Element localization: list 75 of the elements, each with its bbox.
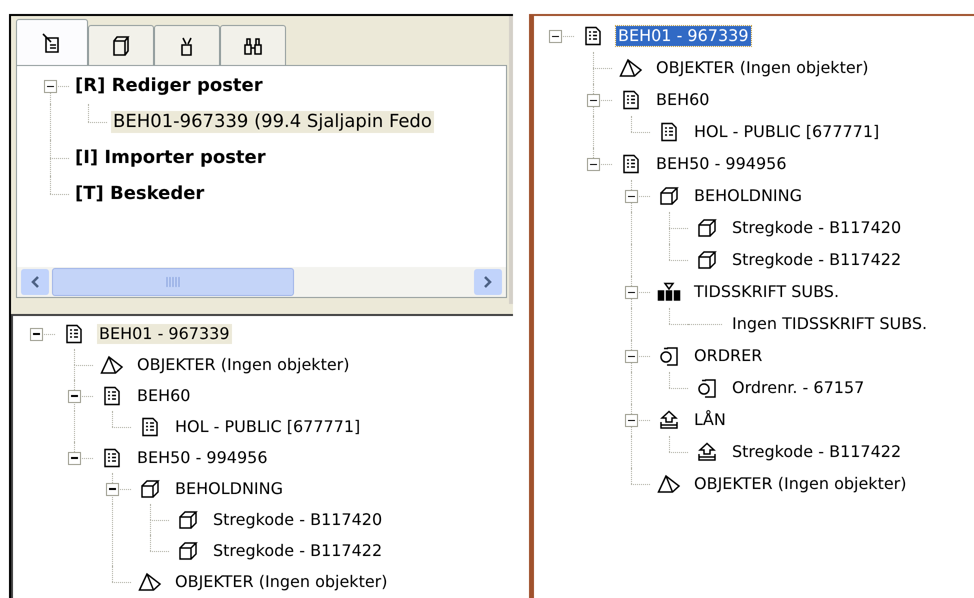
order-icon: [697, 378, 717, 398]
tab[interactable]: [154, 25, 220, 65]
document-icon: [102, 386, 122, 406]
pyramid-icon: [138, 572, 162, 592]
scroll-left-button[interactable]: [21, 269, 49, 295]
tab[interactable]: [220, 25, 286, 65]
tab[interactable]: [88, 25, 154, 65]
tree-item[interactable]: Ordrenr. - 67157: [730, 378, 866, 398]
expander-button[interactable]: [68, 452, 81, 464]
tree-item[interactable]: ORDRER: [692, 346, 764, 366]
tree-item[interactable]: OBJEKTER (Ingen objekter): [135, 354, 352, 374]
tree-item[interactable]: Stregkode - B117422: [211, 540, 384, 560]
tree-item[interactable]: [R] Rediger poster: [73, 74, 265, 98]
document-icon: [583, 26, 603, 46]
cube-icon: [697, 218, 717, 238]
pyramid-icon: [100, 354, 124, 374]
expander-button[interactable]: [587, 94, 600, 107]
grip-icon: [165, 276, 181, 288]
expander-button[interactable]: [106, 482, 119, 496]
cube-icon: [140, 478, 160, 498]
tree-item[interactable]: OBJEKTER (Ingen objekter): [692, 474, 908, 494]
expander-button[interactable]: [587, 158, 600, 171]
tree-item[interactable]: Stregkode - B117420: [730, 218, 904, 238]
tree-item[interactable]: BEH50 - 994956: [654, 154, 788, 174]
document-icon: [64, 324, 84, 344]
tree-item[interactable]: BEH01-967339 (99.4 Sjaljapin Fedo: [111, 110, 434, 134]
tree-item[interactable]: HOL - PUBLIC [677771]: [692, 122, 882, 142]
expander-button[interactable]: [625, 190, 638, 203]
tree-item[interactable]: BEHOLDNING: [173, 478, 285, 498]
chevron-left-icon: [30, 275, 40, 289]
cube-icon: [697, 250, 717, 270]
document-icon: [140, 416, 160, 436]
tree-item[interactable]: BEH50 - 994956: [135, 448, 270, 468]
expander-button[interactable]: [30, 328, 43, 340]
horizontal-scrollbar[interactable]: [17, 267, 506, 297]
tree-item[interactable]: LÅN: [692, 410, 728, 430]
expander-button[interactable]: [68, 390, 81, 402]
document-icon: [621, 154, 641, 174]
box-icon: [110, 34, 132, 56]
pyramid-icon: [619, 58, 643, 78]
tree-item[interactable]: OBJEKTER (Ingen objekter): [654, 58, 870, 78]
cube-icon: [178, 510, 198, 530]
expander-button[interactable]: [625, 350, 638, 363]
tab[interactable]: [16, 19, 88, 65]
scrollbar-thumb[interactable]: [52, 268, 294, 296]
tree-item[interactable]: BEH60: [135, 386, 192, 406]
tree-item[interactable]: Stregkode - B117420: [211, 510, 384, 530]
expander-button[interactable]: [44, 80, 57, 93]
tray-upload-icon: [697, 442, 717, 462]
tree-item[interactable]: BEH01 - 967339: [97, 324, 232, 344]
tree-item[interactable]: OBJEKTER (Ingen objekter): [173, 572, 390, 592]
cube-icon: [659, 186, 679, 206]
expander-button[interactable]: [625, 286, 638, 299]
tree-item[interactable]: HOL - PUBLIC [677771]: [173, 416, 362, 436]
expander-button[interactable]: [549, 30, 562, 43]
tree-item[interactable]: BEHOLDNING: [692, 186, 804, 206]
tree-item[interactable]: Stregkode - B117422: [730, 442, 904, 462]
pyramid-icon: [657, 474, 681, 494]
tree-item[interactable]: Ingen TIDSSKRIFT SUBS.: [730, 314, 930, 334]
order-icon: [659, 346, 679, 366]
document-icon: [102, 448, 122, 468]
document-icon: [659, 122, 679, 142]
tree-item[interactable]: [T] Beskeder: [73, 182, 206, 206]
scroll-right-button[interactable]: [474, 269, 502, 295]
tree-item[interactable]: Stregkode - B117422: [730, 250, 904, 270]
cube-icon: [178, 540, 198, 560]
tree-item[interactable]: TIDSSKRIFT SUBS.: [692, 282, 842, 302]
document-icon: [621, 90, 641, 110]
boxes-icon: [657, 282, 681, 302]
tree-item[interactable]: [I] Importer poster: [73, 146, 268, 170]
expander-button[interactable]: [625, 414, 638, 427]
tray-upload-icon: [659, 410, 679, 430]
tree-item[interactable]: BEH60: [654, 90, 712, 110]
chevron-right-icon: [483, 275, 493, 289]
tree-item[interactable]: BEH01 - 967339: [616, 26, 750, 46]
